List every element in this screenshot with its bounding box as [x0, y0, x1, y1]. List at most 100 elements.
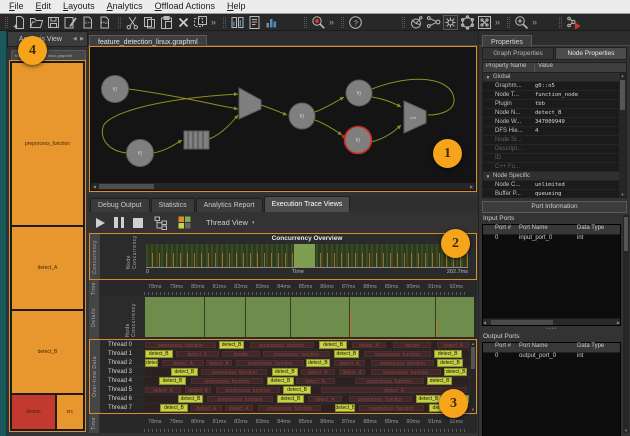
collapsed-panel-strip[interactable] — [0, 31, 7, 436]
toolbar-overflow-chevron[interactable]: » — [211, 17, 216, 27]
scroll-right-arrow-icon[interactable]: ▶ — [617, 319, 620, 326]
tab-analytics-report[interactable]: Analytics Report — [196, 198, 263, 212]
trace-segment-detect-b[interactable]: detect_B — [277, 395, 304, 403]
concurrency-side-tab[interactable]: Concurrency — [90, 234, 101, 279]
scroll-right-arrow-icon[interactable]: ▶ — [468, 183, 475, 190]
cut-icon[interactable] — [124, 15, 141, 30]
trace-segment-detect-b[interactable]: detect_B — [319, 341, 347, 349]
save-icon[interactable] — [45, 15, 62, 30]
treemap-block-decide[interactable]: decide — [12, 395, 55, 429]
trace-segment-detect-b[interactable]: detect_B — [145, 350, 173, 358]
threads-vertical-scrollbar[interactable]: ▲ ▼ — [470, 341, 476, 412]
trace-segment-preprocess-function[interactable]: preprocess_function — [250, 342, 314, 348]
trace-segment-preprocess-function[interactable]: preprocess_function — [207, 396, 274, 402]
export-cpp-icon[interactable]: C++ — [79, 15, 96, 30]
trace-segment-detect-b[interactable]: detect_B — [283, 386, 311, 394]
property-table-scrollbar[interactable]: ▲ ▼ — [619, 73, 626, 197]
trace-segment-detect-b[interactable]: detect_B — [416, 395, 442, 403]
tab-statistics[interactable]: Statistics — [151, 198, 195, 212]
layout-network-icon[interactable] — [425, 15, 442, 30]
port-row[interactable]: 0output_port_0int — [483, 353, 620, 362]
trace-segment-preprocess-function[interactable]: preprocess_function — [263, 351, 330, 357]
trace-segment-detect-b[interactable]: detect_B — [444, 368, 467, 376]
trace-segment-preprocess-function[interactable]: preprocess_function — [258, 405, 322, 411]
toolbar-group-handle[interactable] — [223, 17, 226, 28]
menu-edit[interactable]: Edit — [30, 0, 58, 13]
scroll-left-arrow-icon[interactable]: ◀ — [483, 319, 486, 326]
thread-row-bars[interactable]: preprocess_functiondetect_Bpreprocess_fu… — [145, 341, 469, 349]
scrollbar-thumb[interactable] — [620, 80, 625, 110]
layout-network-active-icon[interactable] — [442, 15, 459, 30]
trace-segment-detect-a[interactable]: detect_A — [185, 387, 212, 393]
trace-segment-preprocess-function[interactable]: preprocess_function — [371, 360, 435, 366]
tab-scroll-arrows[interactable]: ◀ ▶ — [73, 36, 87, 42]
toolbar-group-handle[interactable] — [559, 17, 562, 28]
new-file-icon[interactable] — [11, 15, 28, 30]
property-row-dfs-hie[interactable]: DFS Hie...4 — [483, 127, 626, 136]
thread-timeline-panel[interactable]: Over-time Data Thread 0preprocess_functi… — [89, 339, 477, 414]
search-highlight-icon[interactable] — [310, 15, 327, 30]
toolbar-overflow-chevron[interactable]: » — [495, 17, 500, 27]
trace-segment-preprocess-function[interactable]: preprocess_function — [201, 369, 267, 375]
report-icon[interactable] — [246, 15, 263, 30]
property-row-descript[interactable]: Descript... — [483, 145, 626, 154]
trace-segment-detect-a[interactable]: detect_A — [308, 396, 342, 402]
canvas-horizontal-scrollbar[interactable]: ◀ ▶ — [91, 183, 475, 190]
bar-chart-icon[interactable] — [263, 15, 280, 30]
trace-segment-detect-b[interactable]: detect_B — [159, 377, 186, 385]
trace-segment-detect-a[interactable]: detect_A — [296, 378, 335, 384]
property-row-id[interactable]: ID — [483, 154, 626, 163]
help-icon[interactable]: ? — [347, 15, 364, 30]
trace-segment-detect-a[interactable]: detect_A — [176, 351, 219, 357]
scroll-up-arrow-icon[interactable]: ▲ — [470, 341, 476, 346]
trace-segment-detect-a[interactable]: detect_A — [206, 360, 233, 366]
trace-segment-detect-b[interactable]: detect_B — [178, 395, 204, 403]
edit-icon[interactable] — [62, 15, 79, 30]
trace-segment-preprocess-function[interactable]: preprocess_function — [371, 369, 442, 375]
layout-ring-icon[interactable] — [459, 15, 476, 30]
thread-row-bars[interactable]: detect_Bdetect_Adecidepreprocess_functio… — [145, 350, 469, 358]
graph-nodes[interactable]: f() f() f() f() f() out — [102, 76, 427, 167]
thread-row-bars[interactable]: detect_Bdetect_Adetect_Apreprocess_funct… — [145, 404, 469, 412]
tab-graph-properties[interactable]: Graph Properties — [482, 47, 554, 60]
property-group-node-specific[interactable]: ▼Node Specific — [483, 172, 626, 181]
scroll-down-arrow-icon[interactable]: ▼ — [623, 428, 629, 433]
menu-file[interactable]: File — [3, 0, 30, 13]
trace-segment-detect-b[interactable]: detect_B — [335, 404, 355, 412]
tab-node-properties[interactable]: Node Properties — [555, 47, 627, 60]
run-offload-icon[interactable] — [565, 15, 582, 30]
trace-segment-preprocess-function[interactable]: preprocess_function — [355, 378, 424, 384]
collapse-arrow-icon[interactable]: ▼ — [483, 172, 493, 180]
trace-segment-decide[interactable]: decide — [222, 351, 260, 357]
toolbar-group-handle[interactable] — [341, 17, 344, 28]
panel-splitter[interactable]: •••• — [482, 327, 621, 332]
property-row-node-t[interactable]: Node T...function_node — [483, 91, 626, 100]
time-side-tab[interactable]: Time — [89, 280, 100, 296]
toolbar-group-handle[interactable] — [402, 17, 405, 28]
trace-segment-preprocess-function[interactable]: preprocess_function — [359, 405, 423, 411]
duplicate-icon[interactable] — [192, 15, 209, 30]
scrollbar-thumb[interactable] — [99, 184, 154, 189]
thread-row-bars[interactable]: detect_Bpreprocess_functiondetect_Bdetec… — [145, 395, 469, 403]
collapse-arrow-icon[interactable]: ▼ — [483, 73, 493, 81]
export-png-icon[interactable]: PNG — [96, 15, 113, 30]
trace-segment-detect-a[interactable]: detect_A — [352, 342, 386, 348]
zoom-graph-icon[interactable] — [513, 15, 530, 30]
scrollbar-thumb[interactable] — [491, 320, 553, 325]
property-row-node-c[interactable]: Node C...unlimited — [483, 181, 626, 190]
trace-segment-detect-a[interactable]: detect_A — [339, 369, 366, 375]
treemap-block-detect-b[interactable]: detect_B — [12, 311, 83, 393]
port-row[interactable]: 0input_port_0int — [483, 235, 620, 244]
trace-segment-detect-a[interactable]: detect_A — [334, 360, 366, 366]
toolbar-group-handle[interactable] — [118, 17, 121, 28]
toolbar-group-handle[interactable] — [507, 17, 510, 28]
scrollbar-thumb[interactable] — [471, 347, 475, 369]
trace-segment-detect-a[interactable]: detect_A — [145, 387, 181, 393]
property-row-plugin[interactable]: Plugintbb — [483, 100, 626, 109]
overview-chart[interactable] — [146, 244, 468, 267]
scroll-up-arrow-icon[interactable]: ▲ — [619, 73, 626, 78]
trace-segment-detect-b[interactable]: detect_B — [334, 350, 360, 358]
delete-icon[interactable] — [175, 15, 192, 30]
hierarchy-view-icon[interactable] — [152, 215, 169, 230]
trace-segment-detect-b[interactable]: detect_B — [160, 404, 188, 412]
